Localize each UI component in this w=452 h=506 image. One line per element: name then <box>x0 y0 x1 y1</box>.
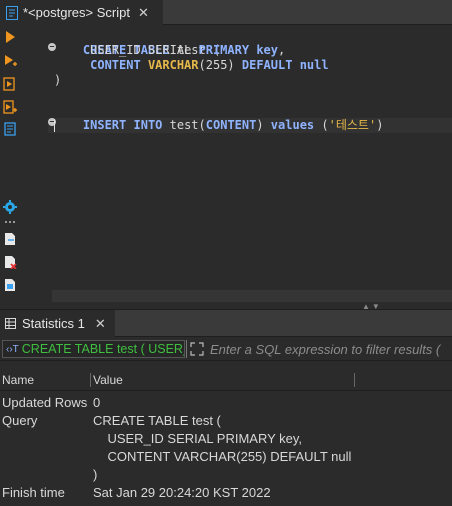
query-line: USER_ID SERIAL PRIMARY key, <box>93 431 303 446</box>
sql-text-icon: ‹›T <box>6 343 19 355</box>
query-text-chip[interactable]: ‹›T CREATE TABLE test ( USER_ID <box>2 340 185 358</box>
table-row[interactable]: Finish time Sat Jan 29 20:24:20 KST 2022 <box>0 484 452 502</box>
stat-name: Updated Rows <box>2 395 88 410</box>
text-caret <box>54 119 55 132</box>
editor-tab-strip: *<postgres> Script ✕ <box>0 0 452 25</box>
query-preview-text: CREATE TABLE test ( USER_ID <box>21 342 185 356</box>
results-tab-strip: Statistics 1 ✕ <box>0 310 452 337</box>
table-row[interactable]: Query CREATE TABLE test ( USER_ID SERIAL… <box>0 412 452 484</box>
export-script-icon[interactable] <box>3 278 17 292</box>
statistics-tab-label: Statistics 1 <box>22 316 85 331</box>
query-line: ) <box>93 467 98 482</box>
execute-script-new-tabs-icon[interactable] <box>3 100 17 114</box>
execute-script-icon[interactable] <box>3 77 17 91</box>
execute-statement-icon[interactable] <box>3 30 17 44</box>
close-tab-icon[interactable]: ✕ <box>138 5 149 21</box>
execute-in-new-tab-icon[interactable] <box>3 54 17 68</box>
code-line-1: − CREATE TABLE test ( <box>48 42 221 57</box>
code-line-4: ) <box>54 73 62 87</box>
stat-value: Sat Jan 29 20:24:20 KST 2022 <box>93 485 271 500</box>
column-header-value[interactable]: Value <box>93 369 123 391</box>
grid-icon <box>5 318 16 329</box>
code-line-6: − INSERT INTO test(CONTENT) values ('테스트'… <box>48 117 384 132</box>
sql-script-icon <box>6 5 18 20</box>
code-line-2: USER_ID SERIAL PRIMARY key, <box>90 43 286 57</box>
query-line: CONTENT VARCHAR(255) DEFAULT null <box>93 449 352 464</box>
column-divider[interactable] <box>90 373 91 387</box>
results-filter-bar: ‹›T CREATE TABLE test ( USER_ID <box>0 337 452 361</box>
query-line: CREATE TABLE test ( <box>93 413 221 428</box>
close-results-tab-icon[interactable]: ✕ <box>95 316 106 332</box>
code-line-3: CONTENT VARCHAR(255) DEFAULT null <box>90 58 329 72</box>
load-script-icon[interactable] <box>3 232 17 246</box>
settings-gear-icon[interactable] <box>3 200 17 214</box>
delete-script-icon[interactable] <box>3 255 17 269</box>
more-dots-icon[interactable] <box>3 218 17 226</box>
script-tab[interactable]: *<postgres> Script ✕ <box>0 0 163 25</box>
filter-expression-input[interactable] <box>210 340 452 358</box>
explain-plan-icon[interactable] <box>3 122 17 136</box>
stat-name: Query <box>2 413 38 428</box>
statistics-tab[interactable]: Statistics 1 ✕ <box>0 310 115 337</box>
column-divider[interactable] <box>354 373 355 387</box>
panel-splitter[interactable] <box>0 302 452 310</box>
editor-gutter <box>20 25 48 290</box>
expand-filter-icon[interactable] <box>190 342 204 356</box>
stat-value: 0 <box>93 395 101 410</box>
horizontal-scrollbar[interactable] <box>52 290 452 302</box>
statistics-table-header: Name Value <box>0 369 452 391</box>
stat-name: Finish time <box>2 485 65 500</box>
editor-toolbar <box>0 25 20 310</box>
script-tab-title: *<postgres> Script <box>23 5 130 20</box>
sql-editor[interactable]: − CREATE TABLE test ( USER_ID SERIAL PRIM… <box>48 25 452 290</box>
filter-divider <box>186 340 187 358</box>
table-row[interactable]: Updated Rows 0 <box>0 394 452 412</box>
column-header-name[interactable]: Name <box>2 369 34 391</box>
